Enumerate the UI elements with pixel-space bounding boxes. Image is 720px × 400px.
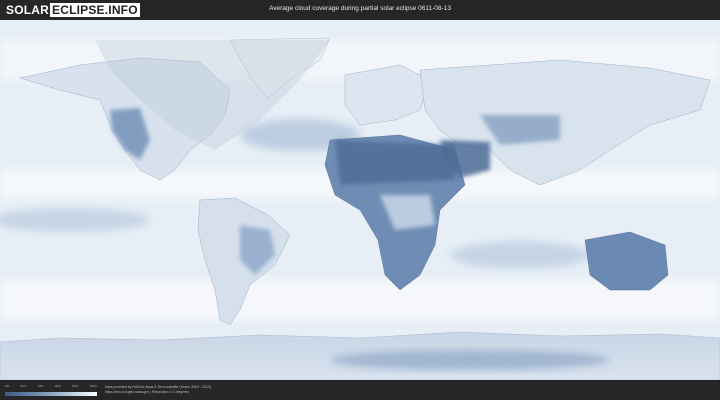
legend-ticks: 0% 20% 40% 60% 80% 100%	[5, 384, 97, 390]
page-title: Average cloud coverage during partial so…	[269, 5, 451, 12]
cloud-coverage-legend	[5, 392, 97, 396]
legend-tick: 100%	[89, 384, 97, 388]
header-bar: SOLAR ECLIPSE.INFO Average cloud coverag…	[0, 0, 720, 20]
subtropic-clear-indian	[450, 241, 590, 269]
legend-tick: 80%	[72, 384, 79, 388]
data-credit: Data provided by NASA's Aqua & Terra sat…	[105, 385, 211, 395]
legend-tick: 60%	[54, 384, 61, 388]
region-antarctica-clear	[330, 350, 610, 370]
cloud-coverage-map	[0, 20, 720, 380]
legend-tick: 20%	[20, 384, 27, 388]
credit-line-2[interactable]: https://neo.sci.gsfc.nasa.gov | Resoluti…	[105, 390, 211, 395]
legend-tick: 40%	[37, 384, 44, 388]
legend-tick: 0%	[5, 384, 10, 388]
region-sahara-clear	[335, 140, 455, 185]
